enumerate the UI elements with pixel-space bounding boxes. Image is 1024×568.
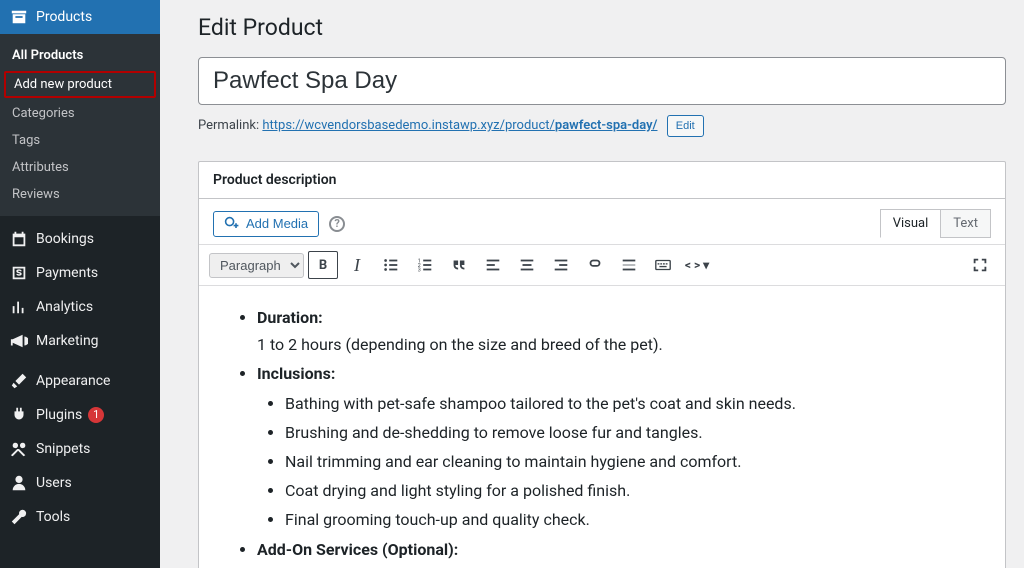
- read-more-button[interactable]: [614, 251, 644, 279]
- submenu-reviews[interactable]: Reviews: [0, 181, 160, 208]
- duration-label: Duration:: [257, 308, 323, 327]
- brush-icon: [10, 372, 28, 390]
- blockquote-button[interactable]: [444, 251, 474, 279]
- media-plus-icon: [224, 216, 240, 232]
- permalink-link[interactable]: https://wcvendorsbasedemo.instawp.xyz/pr…: [262, 118, 657, 133]
- sidebar-label: Plugins: [36, 407, 82, 423]
- plugins-update-badge: 1: [88, 407, 104, 423]
- admin-sidebar: Products All Products Add new product Ca…: [0, 0, 160, 568]
- sidebar-item-payments[interactable]: Payments: [0, 256, 160, 290]
- add-media-button[interactable]: Add Media: [213, 211, 319, 237]
- sidebar-item-users[interactable]: Users: [0, 466, 160, 500]
- edit-slug-button[interactable]: Edit: [667, 115, 704, 137]
- main-content: Edit Product Permalink: https://wcvendor…: [160, 0, 1024, 568]
- editor-tabs: Visual Text: [881, 209, 991, 238]
- fullscreen-button[interactable]: [965, 251, 995, 279]
- page-title: Edit Product: [198, 0, 1006, 57]
- sidebar-item-products[interactable]: Products: [0, 0, 160, 34]
- user-icon: [10, 474, 28, 492]
- permalink-row: Permalink: https://wcvendorsbasedemo.ins…: [198, 115, 1006, 137]
- megaphone-icon: [10, 332, 28, 350]
- products-submenu: All Products Add new product Categories …: [0, 34, 160, 216]
- archive-box-icon: [10, 8, 28, 26]
- sidebar-label: Bookings: [36, 231, 94, 247]
- sidebar-label: Products: [36, 9, 92, 25]
- sidebar-label: Payments: [36, 265, 98, 281]
- calendar-icon: [10, 230, 28, 248]
- toolbar-toggle-button[interactable]: < > ▾: [682, 251, 712, 279]
- submenu-tags[interactable]: Tags: [0, 127, 160, 154]
- permalink-base: https://wcvendorsbasedemo.instawp.xyz/pr…: [262, 118, 555, 133]
- duration-text: 1 to 2 hours (depending on the size and …: [257, 335, 663, 354]
- tab-text[interactable]: Text: [940, 209, 991, 238]
- align-center-button[interactable]: [512, 251, 542, 279]
- product-description-box: Product description Add Media ? Visual T…: [198, 161, 1006, 568]
- svg-text:3: 3: [418, 267, 421, 273]
- sidebar-item-appearance[interactable]: Appearance: [0, 364, 160, 398]
- inclusion-item: Nail trimming and ear cleaning to mainta…: [285, 448, 975, 475]
- align-right-button[interactable]: [546, 251, 576, 279]
- sidebar-item-marketing[interactable]: Marketing: [0, 324, 160, 358]
- sidebar-item-bookings[interactable]: Bookings: [0, 222, 160, 256]
- sidebar-label: Marketing: [36, 333, 99, 349]
- sidebar-item-analytics[interactable]: Analytics: [0, 290, 160, 324]
- inclusion-item: Brushing and de-shedding to remove loose…: [285, 419, 975, 446]
- sidebar-item-tools[interactable]: Tools: [0, 500, 160, 534]
- inclusion-item: Coat drying and light styling for a poli…: [285, 477, 975, 504]
- info-icon[interactable]: ?: [329, 216, 345, 232]
- tab-visual[interactable]: Visual: [880, 209, 942, 238]
- sidebar-label: Appearance: [36, 373, 110, 389]
- plug-icon: [10, 406, 28, 424]
- format-select[interactable]: Paragraph: [209, 253, 304, 278]
- dollar-icon: [10, 264, 28, 282]
- bullet-list-button[interactable]: [376, 251, 406, 279]
- editor-top-row: Add Media ? Visual Text: [199, 199, 1005, 244]
- bar-chart-icon: [10, 298, 28, 316]
- inclusion-item: Bathing with pet-safe shampoo tailored t…: [285, 390, 975, 417]
- submenu-categories[interactable]: Categories: [0, 100, 160, 127]
- align-left-button[interactable]: [478, 251, 508, 279]
- box-header: Product description: [199, 162, 1005, 199]
- sidebar-label: Analytics: [36, 299, 93, 315]
- bold-button[interactable]: B: [308, 251, 338, 279]
- permalink-slug: pawfect-spa-day/: [555, 118, 658, 133]
- product-title-input[interactable]: [198, 57, 1006, 105]
- inclusions-label: Inclusions:: [257, 364, 335, 383]
- submenu-all-products[interactable]: All Products: [0, 42, 160, 69]
- sidebar-item-plugins[interactable]: Plugins 1: [0, 398, 160, 432]
- scissors-icon: [10, 440, 28, 458]
- submenu-add-new-product[interactable]: Add new product: [4, 71, 156, 98]
- sidebar-label: Users: [36, 475, 72, 491]
- submenu-attributes[interactable]: Attributes: [0, 154, 160, 181]
- addons-label: Add-On Services (Optional):: [257, 540, 458, 559]
- inclusion-item: Final grooming touch-up and quality chec…: [285, 506, 975, 533]
- add-media-label: Add Media: [246, 216, 308, 231]
- permalink-label: Permalink:: [198, 118, 259, 133]
- editor-toolbar: Paragraph B I 123 < > ▾: [199, 244, 1005, 286]
- wrench-icon: [10, 508, 28, 526]
- link-button[interactable]: [580, 251, 610, 279]
- editor-content[interactable]: Duration: 1 to 2 hours (depending on the…: [199, 286, 1005, 568]
- italic-button[interactable]: I: [342, 251, 372, 279]
- sidebar-label: Snippets: [36, 441, 90, 457]
- sidebar-label: Tools: [36, 509, 70, 525]
- sidebar-item-snippets[interactable]: Snippets: [0, 432, 160, 466]
- numbered-list-button[interactable]: 123: [410, 251, 440, 279]
- keyboard-button[interactable]: [648, 251, 678, 279]
